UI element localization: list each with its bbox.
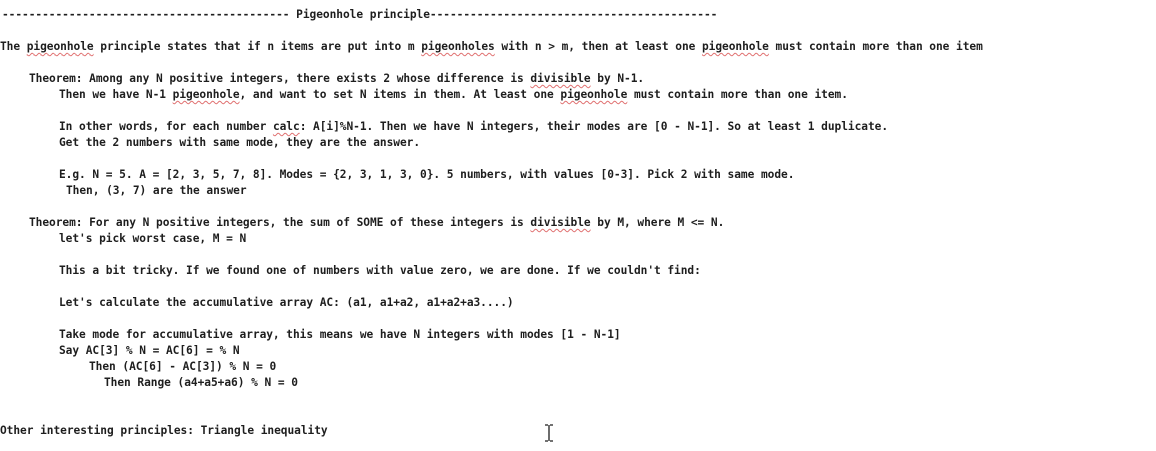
heading-dashes-left: ----------------------------------------… xyxy=(2,8,290,21)
spellcheck-word: pigeonhole xyxy=(560,88,628,101)
theorem2-line-2: let's pick worst case, M = N xyxy=(59,232,247,245)
theorem1-line-4: Get the 2 numbers with same mode, they a… xyxy=(59,136,421,149)
theorem1-statement: Theorem: Among any N positive integers, … xyxy=(29,72,644,86)
theorem2-line-3: This a bit tricky. If we found one of nu… xyxy=(59,264,701,277)
theorem2-line-7: Then (AC[6] - AC[3]) % N = 0 xyxy=(89,360,277,373)
text-segment: Then we have N-1 xyxy=(59,88,173,101)
intro-text-1: The xyxy=(0,40,27,53)
spellcheck-word: divisible xyxy=(530,72,591,85)
theorem1-example: E.g. N = 5. A = [2, 3, 5, 7, 8]. Modes =… xyxy=(59,168,795,181)
theorem2-line-8: Then Range (a4+a5+a6) % N = 0 xyxy=(104,376,298,389)
text-segment: by N-1. xyxy=(590,72,645,85)
spellcheck-word: calc xyxy=(272,120,300,133)
text-segment: Theorem: For any N positive integers, th… xyxy=(29,216,531,229)
text-cursor-icon xyxy=(543,424,555,442)
heading-dashes-right: ----------------------------------------… xyxy=(429,8,718,21)
text-segment: must contain more than one item. xyxy=(627,88,848,101)
spellcheck-word: divisible xyxy=(530,216,591,229)
heading-title: Pigeonhole principle xyxy=(296,8,430,21)
theorem1-answer: Then, (3, 7) are the answer xyxy=(66,184,247,197)
text-segment: by M, where M <= N. xyxy=(590,216,725,229)
text-segment: Theorem: Among any N positive integers, … xyxy=(29,72,531,85)
text-segment: , and want to set N items in them. At le… xyxy=(239,88,561,101)
text-segment: In other words, for each number xyxy=(59,120,273,133)
intro-line: The pigeonhole principle states that if … xyxy=(0,40,983,54)
spellcheck-word: pigeonhole xyxy=(172,88,240,101)
theorem2-line-5: Take mode for accumulative array, this m… xyxy=(59,328,621,341)
intro-text-2: principle states that if n items are put… xyxy=(93,40,422,53)
spellcheck-word: pigeonholes xyxy=(421,40,495,53)
other-principles-line: Other interesting principles: Triangle i… xyxy=(0,424,328,437)
section-heading: ----------------------------------------… xyxy=(2,8,717,22)
intro-text-3: with n > m, then at least one xyxy=(494,40,702,53)
intro-text-4: must contain more than one item xyxy=(768,40,983,53)
text-segment: : A[i]%N-1. Then we have N integers, the… xyxy=(299,120,889,133)
theorem1-line-3: In other words, for each number calc: A[… xyxy=(59,120,888,134)
text-editor-area[interactable]: ----------------------------------------… xyxy=(0,0,1156,451)
spellcheck-word: pigeonhole xyxy=(702,40,769,53)
spellcheck-word: pigeonhole xyxy=(26,40,94,53)
theorem2-statement: Theorem: For any N positive integers, th… xyxy=(29,216,724,230)
theorem2-line-6: Say AC[3] % N = AC[6] = % N xyxy=(59,344,240,357)
theorem1-line-2: Then we have N-1 pigeonhole, and want to… xyxy=(59,88,848,102)
theorem2-line-4: Let's calculate the accumulative array A… xyxy=(59,296,514,309)
